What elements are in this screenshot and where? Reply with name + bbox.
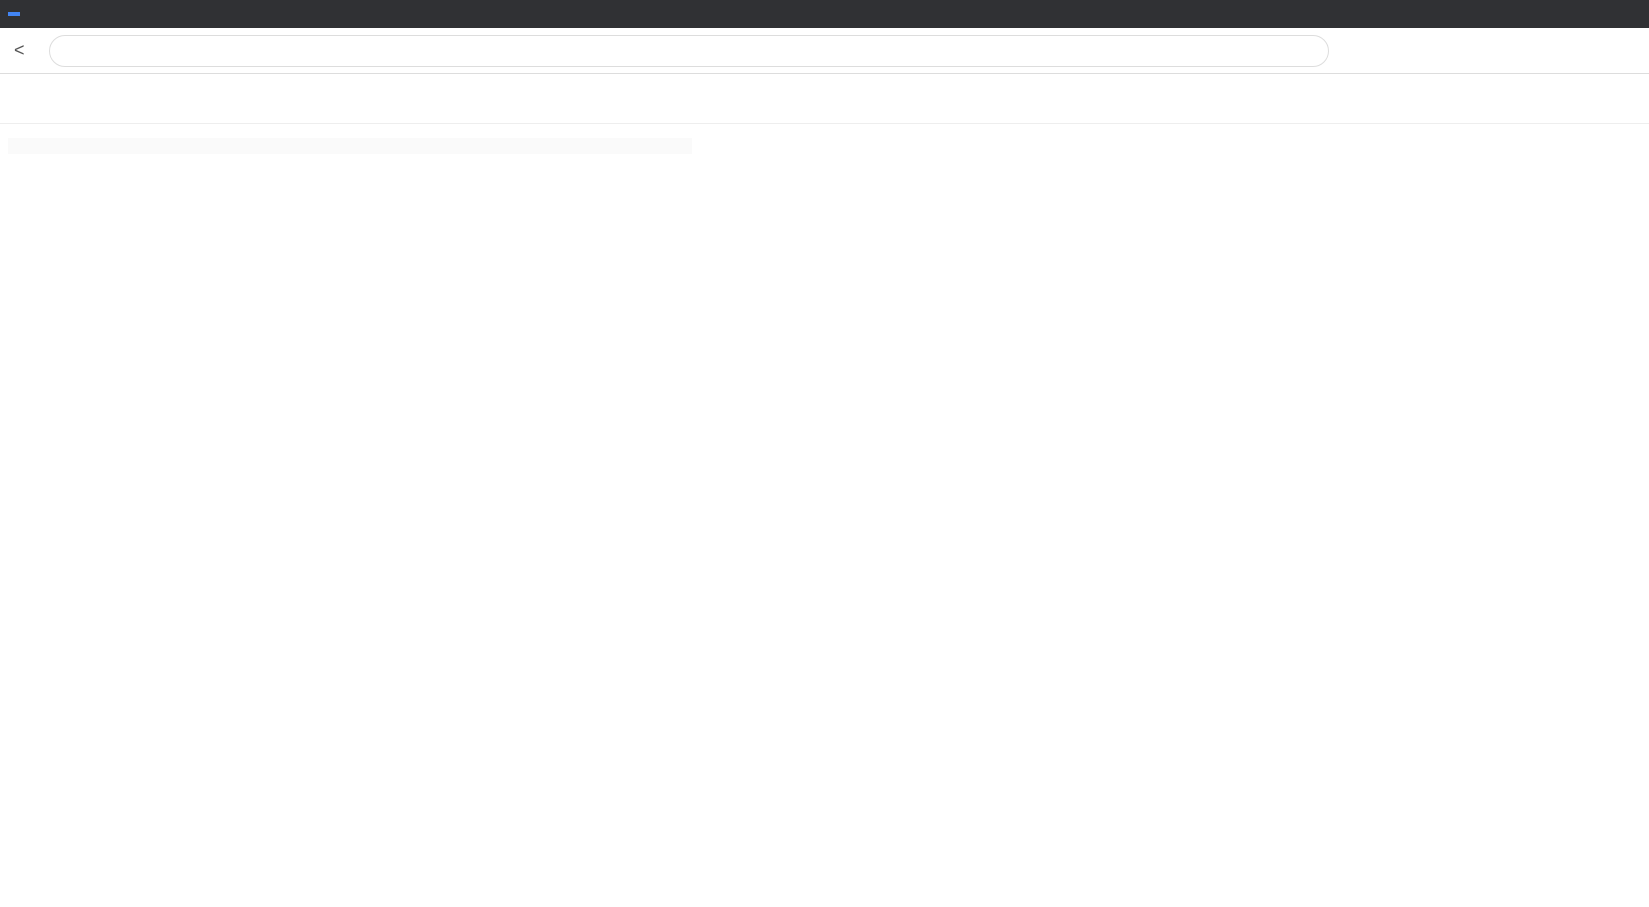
section-heading <box>8 124 692 132</box>
editor-header: < <box>0 28 1649 74</box>
editor-toolbar <box>0 74 1649 124</box>
apps-button[interactable] <box>8 12 20 16</box>
browser-bookmark-bar <box>0 0 1649 28</box>
article-title-input[interactable] <box>49 35 1329 67</box>
editor-left-pane[interactable] <box>0 124 700 907</box>
code-block[interactable] <box>8 138 692 154</box>
back-icon[interactable]: < <box>14 40 25 61</box>
